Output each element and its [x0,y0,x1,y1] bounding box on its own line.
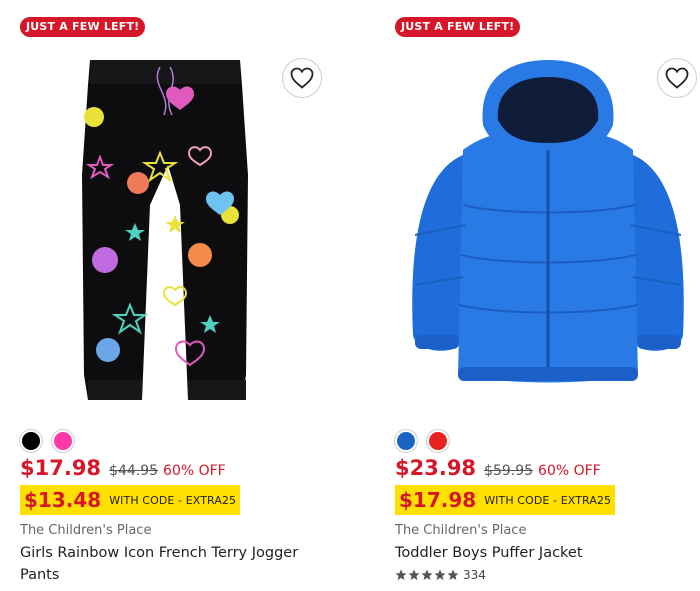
original-price: $59.95 [484,463,534,479]
promo-code-banner: $17.98 WITH CODE - EXTRA25 [395,485,616,515]
product-card-puffer-jacket[interactable]: JUST A FEW LEFT! $23.98 $59.95 60% OFF $… [395,0,697,591]
promo-code-label: WITH CODE - EXTRA25 [109,493,237,507]
promo-price: $17.98 [399,488,477,512]
star-icon [395,569,407,580]
favorite-button[interactable] [282,58,322,98]
star-icon [447,569,459,580]
discount-label: 60% OFF [163,463,226,479]
sale-price: $23.98 [395,456,477,480]
price-row: $17.98 $44.95 60% OFF [20,456,226,480]
swatch-pink[interactable] [52,430,74,452]
swatch-black[interactable] [20,430,42,452]
star-rating[interactable]: 334 [395,568,486,582]
color-swatches [395,430,449,452]
price-row: $23.98 $59.95 60% OFF [395,456,601,480]
star-icon [434,569,446,580]
product-title[interactable]: Girls Rainbow Icon French Terry Jogger P… [20,542,320,586]
promo-price: $13.48 [24,488,102,512]
promo-code-label: WITH CODE - EXTRA25 [484,493,612,507]
star-icon [421,569,433,580]
swatch-blue[interactable] [395,430,417,452]
swatch-red[interactable] [427,430,449,452]
original-price: $44.95 [109,463,159,479]
product-title[interactable]: Toddler Boys Puffer Jacket [395,542,695,564]
color-swatches [20,430,74,452]
discount-label: 60% OFF [538,463,601,479]
product-image-jogger-pants[interactable] [80,55,250,405]
review-count: 334 [463,568,486,582]
sale-price: $17.98 [20,456,102,480]
product-card-jogger-pants[interactable]: JUST A FEW LEFT! $17.98 $44.95 60% OFF $… [20,0,322,591]
brand-name: The Children's Place [20,523,152,538]
low-stock-badge: JUST A FEW LEFT! [20,17,146,37]
brand-name: The Children's Place [395,523,527,538]
heart-outline-icon [290,67,314,89]
low-stock-badge: JUST A FEW LEFT! [395,17,521,37]
product-image-puffer-jacket[interactable] [403,55,693,390]
rating-stars [395,569,459,581]
promo-code-banner: $13.48 WITH CODE - EXTRA25 [20,485,241,515]
star-icon [408,569,420,580]
